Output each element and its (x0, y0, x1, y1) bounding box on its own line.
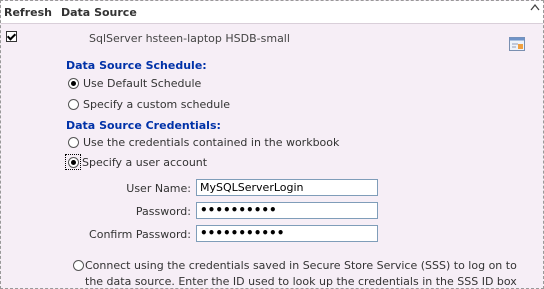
user-name-field[interactable]: MySQLServerLogin (196, 179, 378, 196)
password-field[interactable]: •••••••••• (196, 202, 378, 219)
refresh-column-header: Refresh (4, 6, 52, 19)
sss-credentials-radio[interactable] (73, 260, 84, 271)
default-schedule-label[interactable]: Use Default Schedule (83, 77, 201, 90)
data-source-properties-icon[interactable] (509, 37, 525, 51)
password-label: Password: (135, 205, 191, 218)
refresh-settings-panel: Refresh Data Source SqlServer hsteen-lap… (0, 0, 544, 289)
credentials-section-title: Data Source Credentials: (66, 119, 221, 132)
confirm-password-label: Confirm Password: (89, 228, 191, 241)
custom-schedule-label[interactable]: Specify a custom schedule (83, 98, 230, 111)
custom-schedule-radio[interactable] (68, 99, 79, 110)
schedule-section-title: Data Source Schedule: (66, 59, 207, 72)
data-source-name: SqlServer hsteen-laptop HSDB-small (89, 32, 290, 45)
user-account-radio[interactable] (68, 157, 79, 168)
data-source-column-header: Data Source (61, 6, 137, 19)
refresh-checkbox[interactable] (6, 31, 17, 42)
workbook-credentials-radio[interactable] (68, 137, 79, 148)
sss-credentials-label[interactable]: Connect using the credentials saved in S… (85, 258, 525, 288)
user-name-label: User Name: (126, 182, 191, 195)
confirm-password-field[interactable]: ••••••••••• (196, 225, 378, 242)
scroll-up-icon[interactable] (530, 3, 540, 11)
table-header: Refresh Data Source (1, 1, 543, 24)
user-account-label[interactable]: Specify a user account (82, 156, 207, 169)
workbook-credentials-label[interactable]: Use the credentials contained in the wor… (83, 136, 339, 149)
default-schedule-radio[interactable] (68, 78, 79, 89)
